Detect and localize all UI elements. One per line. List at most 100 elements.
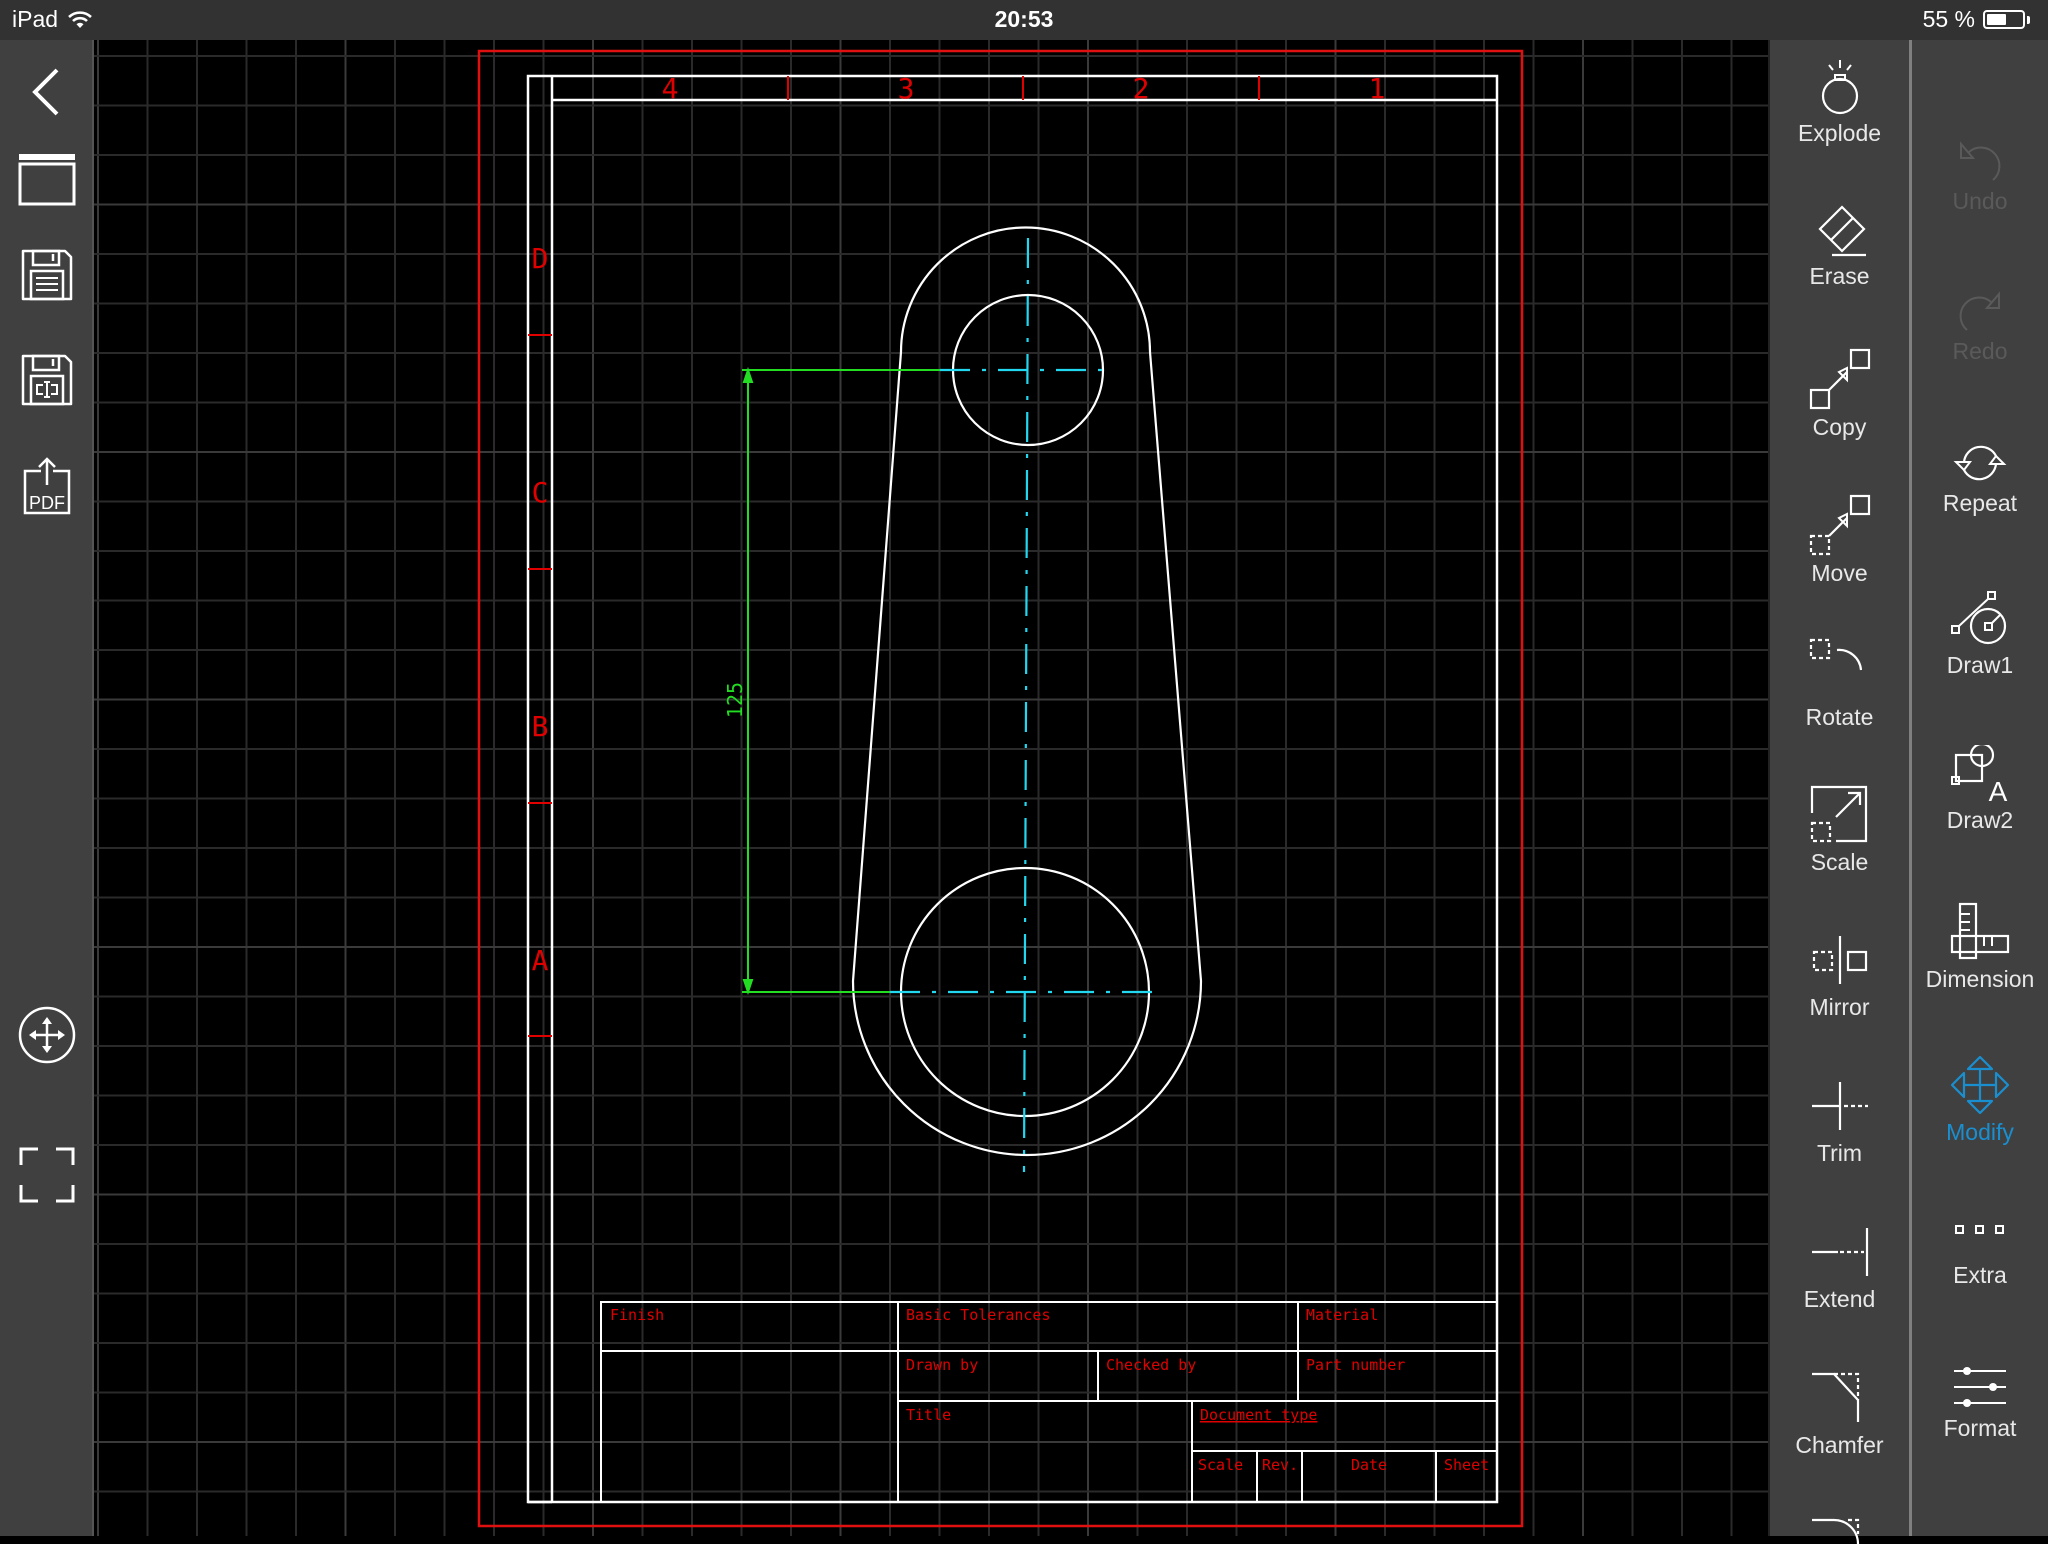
new-drawing-button[interactable] — [0, 140, 94, 220]
svg-text:A: A — [1989, 776, 2008, 803]
pan-button[interactable] — [0, 990, 94, 1080]
clock: 20:53 — [994, 6, 1054, 32]
title-block-part-number: Part number — [1306, 1356, 1405, 1374]
scale-label: Scale — [1810, 849, 1869, 875]
row-zone-label: A — [532, 944, 549, 977]
trim-label: Trim — [1816, 1140, 1863, 1166]
trim-button[interactable]: Trim — [1770, 1076, 1909, 1167]
explode-button[interactable]: Explode — [1770, 58, 1909, 147]
repeat-button[interactable]: Repeat — [1912, 440, 2048, 517]
save-button[interactable] — [0, 235, 94, 315]
fullscreen-corners-icon — [19, 1147, 75, 1203]
column-zone-label: 2 — [1133, 72, 1150, 105]
title-block-drawn-by: Drawn by — [906, 1356, 978, 1374]
format-label: Format — [1943, 1415, 2017, 1441]
floppy-disk-icon — [21, 249, 73, 301]
undo-label: Undo — [1952, 188, 2008, 214]
draw2-button[interactable]: A Draw2 — [1912, 745, 2048, 834]
scale-icon — [1810, 785, 1867, 843]
mirror-label: Mirror — [1809, 994, 1870, 1020]
title-block-finish: Finish — [610, 1306, 664, 1324]
title-block-title: Title — [906, 1406, 951, 1424]
copy-button[interactable]: Copy — [1770, 348, 1909, 441]
row-zone-markers — [528, 334, 552, 1037]
wifi-icon — [68, 10, 92, 28]
format-button[interactable]: Format — [1912, 1365, 2048, 1442]
battery-percent: 55 % — [1922, 6, 1975, 32]
zoom-extents-button[interactable] — [0, 1130, 94, 1220]
draw1-label: Draw1 — [1946, 652, 2014, 678]
redo-label: Redo — [1952, 338, 2008, 364]
more-dots-icon — [1955, 1225, 2004, 1234]
dimension-button[interactable]: Dimension — [1912, 902, 2048, 993]
row-zone-label: B — [532, 710, 549, 743]
draw1-icon — [1951, 591, 2007, 645]
erase-button[interactable]: Erase — [1770, 203, 1909, 290]
column-zone-label: 1 — [1369, 72, 1386, 105]
left-toolbar: PDF — [0, 40, 94, 1536]
dimension-label: Dimension — [1925, 966, 2035, 992]
centerlines — [890, 237, 1162, 1173]
title-block-basic-tolerances: Basic Tolerances — [906, 1306, 1051, 1324]
draw2-label: Draw2 — [1946, 807, 2014, 833]
copy-label: Copy — [1812, 414, 1867, 440]
row-zone-label: C — [532, 476, 549, 509]
device-name: iPad — [12, 6, 59, 32]
drawing-canvas[interactable]: 4 3 2 1 D C B A 125 Finish Basic Toleran… — [94, 40, 1768, 1536]
scale-button[interactable]: Scale — [1770, 785, 1909, 876]
mirror-icon — [1812, 936, 1867, 984]
column-zone-label: 3 — [898, 72, 915, 105]
redo-icon — [1959, 291, 2000, 331]
edit-toolbar: Explode Erase Copy Move Rotate Scale Mir… — [1768, 40, 1909, 1544]
modify-button[interactable]: Modify — [1912, 1055, 2048, 1146]
extend-button[interactable]: Extend — [1770, 1222, 1909, 1313]
window-icon — [18, 154, 76, 206]
move-label: Move — [1811, 560, 1868, 586]
move-icon — [1809, 494, 1870, 556]
modify-icon — [1950, 1055, 2010, 1115]
undo-button[interactable]: Undo — [1912, 140, 2048, 215]
title-block-sheet: Sheet — [1444, 1456, 1489, 1474]
repeat-label: Repeat — [1942, 490, 2018, 516]
export-pdf-button[interactable]: PDF — [0, 445, 94, 525]
mirror-button[interactable]: Mirror — [1770, 930, 1909, 1021]
move-button[interactable]: Move — [1770, 494, 1909, 587]
chamfer-label: Chamfer — [1795, 1432, 1884, 1458]
rotate-icon — [1809, 638, 1862, 671]
save-as-button[interactable] — [0, 340, 94, 420]
copy-icon — [1809, 348, 1870, 410]
drawing-frame — [526, 74, 1499, 1504]
back-button[interactable] — [0, 52, 94, 127]
chamfer-button[interactable]: Chamfer — [1770, 1368, 1909, 1459]
pan-arrows-icon — [18, 1006, 76, 1064]
extend-label: Extend — [1803, 1286, 1876, 1312]
extra-button[interactable]: Extra — [1912, 1220, 2048, 1289]
rotate-label: Rotate — [1805, 704, 1874, 730]
battery-tip — [2027, 15, 2030, 24]
floppy-disk-rename-icon — [21, 354, 73, 406]
title-block-date: Date — [1351, 1456, 1387, 1474]
erase-label: Erase — [1809, 263, 1870, 289]
sheet-border — [477, 49, 1524, 1528]
dimension-value: 125 — [723, 682, 747, 718]
title-block-checked-by: Checked by — [1106, 1356, 1196, 1374]
main-toolbar: Undo Redo Repeat Draw1 A Draw2 Dimension… — [1909, 40, 2048, 1536]
sliders-icon — [1954, 1367, 2006, 1407]
chevron-left-icon — [32, 68, 59, 115]
draw1-button[interactable]: Draw1 — [1912, 590, 2048, 679]
extra-label: Extra — [1953, 1262, 2007, 1288]
battery-icon — [1983, 10, 2025, 29]
redo-button[interactable]: Redo — [1912, 290, 2048, 365]
title-block-rev: Rev. — [1262, 1456, 1298, 1474]
rotate-button[interactable]: Rotate — [1770, 638, 1909, 731]
title-block-document-type: Document type — [1200, 1406, 1317, 1424]
fillet-icon — [1811, 1518, 1859, 1544]
repeat-icon — [1953, 445, 2007, 481]
status-bar: iPad 20:53 55 % — [0, 0, 2048, 40]
column-zone-label: 4 — [662, 72, 679, 105]
fillet-button[interactable] — [1770, 1514, 1909, 1544]
pdf-export-icon: PDF — [23, 457, 71, 515]
pdf-label: PDF — [29, 493, 65, 513]
eraser-icon — [1817, 205, 1866, 257]
chamfer-icon — [1811, 1372, 1859, 1422]
